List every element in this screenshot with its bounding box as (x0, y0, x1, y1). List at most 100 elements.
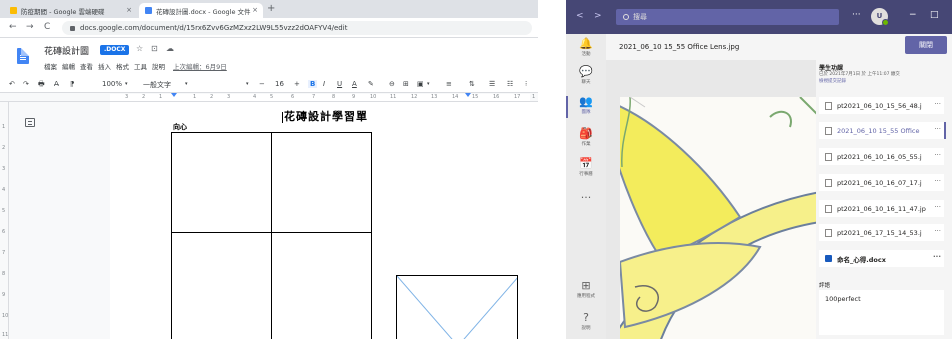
rail-item-teams[interactable]: 👥 團隊 (566, 96, 606, 118)
move-folder-icon[interactable]: ⊡ (151, 44, 158, 53)
font-chevron-down-icon[interactable]: ▾ (246, 81, 249, 87)
document-outline-icon[interactable] (25, 118, 35, 127)
document-title[interactable]: 花磚設計圖 (44, 44, 89, 57)
reload-icon[interactable]: C (44, 22, 50, 32)
align-icon[interactable]: ≡ (446, 80, 452, 88)
view-history-link[interactable]: 檢視提交記錄 (819, 78, 846, 84)
star-icon[interactable]: ☆ (136, 44, 143, 53)
redo-icon[interactable]: ↷ (23, 80, 29, 88)
more-options-icon[interactable]: ··· (934, 227, 941, 235)
italic-button[interactable]: I (323, 80, 325, 88)
paint-format-icon[interactable]: ⁋ (70, 80, 74, 88)
close-tab-icon[interactable]: × (126, 6, 132, 14)
cloud-status-icon[interactable]: ☁ (166, 44, 174, 53)
menu-edit[interactable]: 編輯 (62, 61, 75, 71)
file-item[interactable]: pt2021_06_10_15_56_48.j ··· (819, 97, 944, 114)
file-item[interactable]: pt2021_06_10_16_07_17.j ··· (819, 174, 944, 191)
forward-arrow-icon[interactable]: → (26, 22, 34, 32)
more-options-icon[interactable]: ··· (934, 125, 941, 133)
undo-icon[interactable]: ↶ (9, 80, 15, 88)
chevron-down-icon[interactable]: ▾ (125, 81, 128, 87)
forward-chevron-icon[interactable]: > (594, 11, 602, 21)
close-button[interactable]: 關閉 (905, 36, 947, 54)
back-arrow-icon[interactable]: ← (9, 22, 17, 32)
tab-drive[interactable]: 防疫期間 - Google 雲端硬碟 × (4, 3, 137, 18)
font-size-input[interactable]: 16 (275, 80, 284, 88)
link-icon[interactable]: ⊖ (389, 80, 395, 88)
rail-item-chat[interactable]: 💬 聊天 (566, 66, 606, 86)
menu-view[interactable]: 查看 (80, 61, 93, 71)
address-bar[interactable]: docs.google.com/document/d/15rx6Zvv6GzMZ… (62, 21, 532, 35)
increase-font-size-button[interactable]: + (294, 80, 300, 88)
horizontal-ruler[interactable]: 3 2 1 1 2 3 4 5 6 7 8 9 10 11 12 13 14 1… (0, 93, 538, 102)
table-cell[interactable] (271, 232, 372, 339)
tab-docs[interactable]: 花磚設計圖.docx - Google 文件 × (139, 3, 263, 18)
image-viewer[interactable] (606, 60, 823, 339)
bulleted-list-icon[interactable]: ☷ (507, 80, 513, 88)
rail-item-help[interactable]: ? 說明 (566, 312, 606, 332)
back-chevron-icon[interactable]: < (576, 11, 584, 21)
more-options-icon[interactable]: ··· (934, 100, 941, 108)
rail-item-assignments[interactable]: 🎒 作業 (566, 128, 606, 148)
document-page[interactable]: 花磚設計學習單 向心 (110, 102, 538, 339)
more-options-icon[interactable]: ··· (934, 151, 941, 159)
chevron-down-icon[interactable]: ▾ (185, 81, 188, 87)
style-select[interactable]: 一般文字 (143, 80, 171, 90)
ruler-number: 14 (452, 94, 459, 100)
file-item[interactable]: pt2021_06_17_15_14_53.j ··· (819, 224, 944, 241)
bold-button[interactable]: B (308, 80, 318, 88)
rail-item-apps[interactable]: ⊞ 應用程式 (566, 280, 606, 300)
rail-item-calendar[interactable]: 📅 行事曆 (566, 158, 606, 178)
drawing-box[interactable] (396, 275, 518, 339)
checklist-icon[interactable]: ☰ (489, 80, 495, 88)
menu-tools[interactable]: 工具 (134, 61, 147, 71)
menu-help[interactable]: 說明 (152, 61, 165, 71)
insert-image-icon[interactable]: ▣ (417, 80, 424, 88)
menu-insert[interactable]: 插入 (98, 61, 111, 71)
maximize-icon[interactable]: □ (930, 10, 939, 20)
chevron-down-icon[interactable]: ▾ (427, 81, 430, 87)
avatar[interactable]: U (871, 8, 889, 26)
menu-file[interactable]: 檔案 (44, 61, 57, 71)
google-docs-logo-icon[interactable] (17, 48, 29, 64)
feedback-textarea[interactable]: 100perfect (819, 290, 944, 335)
label-text[interactable]: 向心 (173, 122, 187, 132)
spellcheck-icon[interactable]: A̶ (54, 80, 59, 88)
file-item-selected[interactable]: 2021_06_10 15_55 Office ··· (819, 122, 946, 139)
rail-item-more[interactable]: ··· (566, 192, 606, 204)
new-tab-button[interactable]: + (267, 3, 275, 14)
page-title[interactable]: 花磚設計學習單 (282, 108, 368, 124)
file-item[interactable]: pt2021_06_10_16_05_55.j ··· (819, 148, 944, 165)
line-spacing-icon[interactable]: ⇅ (469, 80, 475, 88)
ruler-number: 2 (210, 94, 214, 100)
search-input[interactable]: 搜尋 (616, 9, 839, 25)
comment-icon[interactable]: ⊞ (403, 80, 409, 88)
print-icon[interactable]: 🖶 (38, 80, 45, 91)
decrease-font-size-button[interactable]: − (259, 80, 265, 88)
google-docs-icon (145, 7, 152, 14)
underline-button[interactable]: U (337, 80, 342, 88)
numbered-list-icon[interactable]: ⁝ (525, 80, 527, 88)
more-options-icon[interactable]: ··· (933, 253, 941, 261)
last-edit-link[interactable]: 上次編輯：6月9日 (173, 61, 227, 71)
table-cell[interactable] (171, 132, 272, 233)
text-color-button[interactable]: A (352, 80, 357, 88)
menu-format[interactable]: 格式 (116, 61, 129, 71)
rail-item-activity[interactable]: 🔔 活動 (566, 38, 606, 58)
more-options-icon[interactable]: ··· (934, 177, 941, 185)
close-tab-icon[interactable]: × (252, 6, 258, 14)
more-options-icon[interactable]: ··· (852, 10, 861, 20)
indent-marker-icon[interactable] (171, 93, 177, 97)
document-canvas[interactable]: 1 2 3 4 5 6 7 8 9 10 11 花磚設計學習單 向心 (0, 102, 538, 339)
file-item-word[interactable]: 命名_心得.docx ··· (819, 250, 944, 267)
zoom-select[interactable]: 100% (102, 80, 122, 88)
right-indent-marker-icon[interactable] (465, 93, 471, 97)
more-options-icon[interactable]: ··· (934, 203, 941, 211)
rail-label: 團隊 (581, 110, 591, 115)
table-cell[interactable] (171, 232, 272, 339)
minimize-icon[interactable]: − (909, 10, 917, 20)
vertical-ruler[interactable]: 1 2 3 4 5 6 7 8 9 10 11 (0, 102, 9, 339)
table-cell[interactable] (271, 132, 372, 233)
highlight-icon[interactable]: ✎ (368, 80, 374, 88)
file-item[interactable]: pt2021_06_10_16_11_47.jp ··· (819, 200, 944, 217)
